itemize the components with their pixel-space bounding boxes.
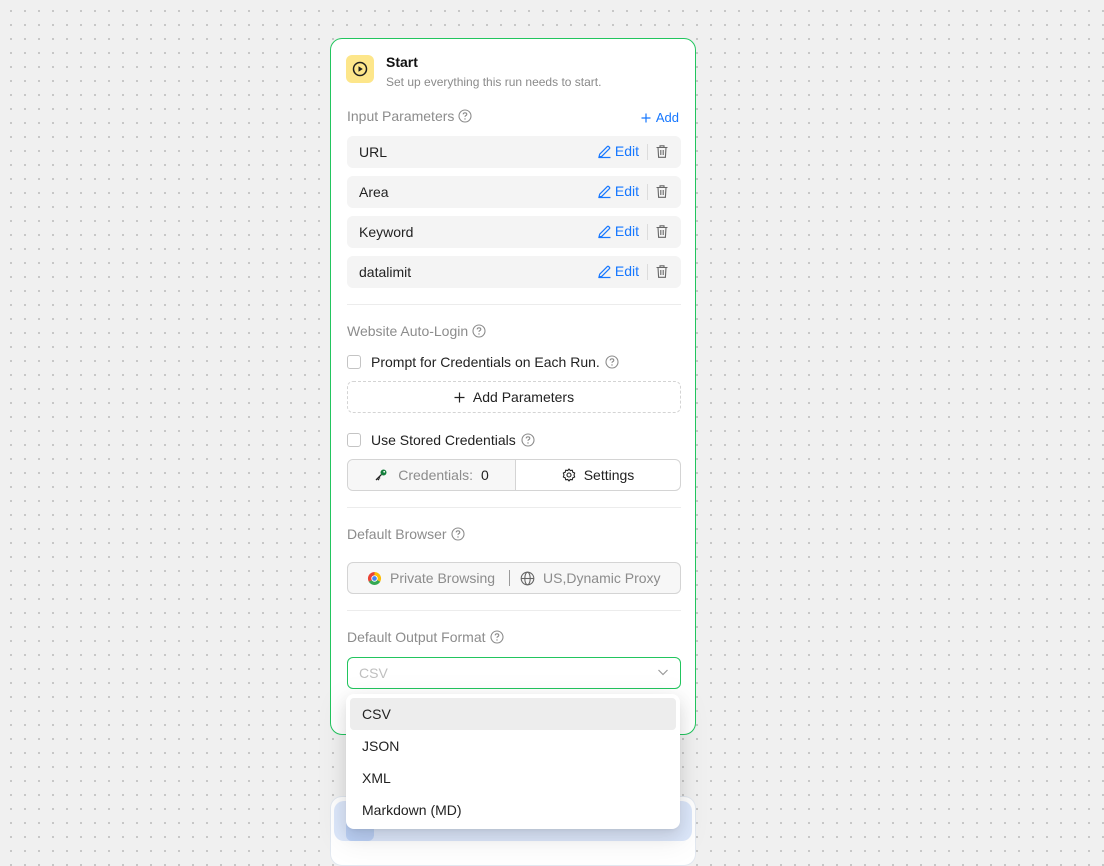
play-circle-icon xyxy=(346,55,374,83)
output-format-label: Default Output Format xyxy=(347,629,504,645)
trash-icon[interactable] xyxy=(655,184,669,199)
prompt-credentials-option: Prompt for Credentials on Each Run. xyxy=(347,354,619,370)
browser-option: Private Browsing xyxy=(367,570,495,586)
question-circle-icon[interactable] xyxy=(451,527,465,541)
globe-icon xyxy=(520,571,535,585)
key-icon xyxy=(374,468,388,482)
edit-parameter-button[interactable]: Edit xyxy=(597,223,639,239)
gear-icon xyxy=(562,468,575,482)
row-separator xyxy=(647,224,648,240)
use-stored-credentials-checkbox[interactable] xyxy=(347,433,361,447)
parameter-name: Keyword xyxy=(359,224,414,240)
pencil-icon xyxy=(598,145,611,158)
parameter-name: URL xyxy=(359,144,388,160)
add-parameter-button[interactable]: Add xyxy=(641,110,679,125)
pencil-icon xyxy=(598,225,611,238)
dropdown-option-json[interactable]: JSON xyxy=(350,730,676,762)
pencil-icon xyxy=(598,185,611,198)
parameter-row: Keyword Edit xyxy=(347,216,681,248)
edit-parameter-button[interactable]: Edit xyxy=(597,143,639,159)
row-separator xyxy=(647,264,648,280)
parameter-name: datalimit xyxy=(359,264,412,280)
parameter-row: datalimit Edit xyxy=(347,256,681,288)
chrome-icon xyxy=(367,571,382,585)
default-browser-selector[interactable]: Private Browsing US,Dynamic Proxy xyxy=(347,562,681,594)
section-divider xyxy=(347,610,681,611)
proxy-option: US,Dynamic Proxy xyxy=(520,570,661,586)
output-format-dropdown: CSV JSON XML Markdown (MD) xyxy=(346,694,680,829)
node-subtitle: Set up everything this run needs to star… xyxy=(386,75,602,89)
trash-icon[interactable] xyxy=(655,224,669,239)
dropdown-option-csv[interactable]: CSV xyxy=(350,698,676,730)
section-divider xyxy=(347,304,681,305)
parameter-row: URL Edit xyxy=(347,136,681,168)
chevron-down-icon xyxy=(657,666,669,678)
trash-icon[interactable] xyxy=(655,144,669,159)
parameter-row: Area Edit xyxy=(347,176,681,208)
start-node[interactable]: Start Set up everything this run needs t… xyxy=(330,38,696,735)
prompt-credentials-checkbox[interactable] xyxy=(347,355,361,369)
question-circle-icon[interactable] xyxy=(521,433,535,447)
pencil-icon xyxy=(598,265,611,278)
plus-icon xyxy=(454,392,465,402)
dropdown-option-xml[interactable]: XML xyxy=(350,762,676,794)
browser-separator xyxy=(509,570,511,586)
default-browser-label: Default Browser xyxy=(347,526,465,542)
output-format-value: CSV xyxy=(359,665,388,681)
node-title: Start xyxy=(386,54,418,70)
dropdown-option-markdown[interactable]: Markdown (MD) xyxy=(350,794,676,826)
output-format-select[interactable]: CSV xyxy=(347,657,681,689)
auto-login-label: Website Auto-Login xyxy=(347,323,486,339)
question-circle-icon[interactable] xyxy=(605,355,619,369)
use-stored-credentials-option: Use Stored Credentials xyxy=(347,432,535,448)
row-separator xyxy=(647,184,648,200)
add-parameters-button[interactable]: Add Parameters xyxy=(347,381,681,413)
edit-parameter-button[interactable]: Edit xyxy=(597,263,639,279)
question-circle-icon[interactable] xyxy=(489,630,504,644)
question-circle-icon[interactable] xyxy=(472,324,486,338)
trash-icon[interactable] xyxy=(655,264,669,279)
node-header: Start Set up everything this run needs t… xyxy=(346,54,680,94)
row-separator xyxy=(647,144,648,160)
section-divider xyxy=(347,507,681,508)
edit-parameter-button[interactable]: Edit xyxy=(597,183,639,199)
credentials-group: Credentials: 0 Settings xyxy=(347,459,681,491)
credentials-settings-button[interactable]: Settings xyxy=(516,460,680,490)
plus-icon xyxy=(641,113,651,122)
parameter-name: Area xyxy=(359,184,389,200)
question-circle-icon[interactable] xyxy=(458,109,472,123)
credentials-count: 0 xyxy=(480,467,489,483)
credentials-count-display: Credentials: 0 xyxy=(348,460,516,490)
input-parameters-label: Input Parameters xyxy=(347,108,472,124)
